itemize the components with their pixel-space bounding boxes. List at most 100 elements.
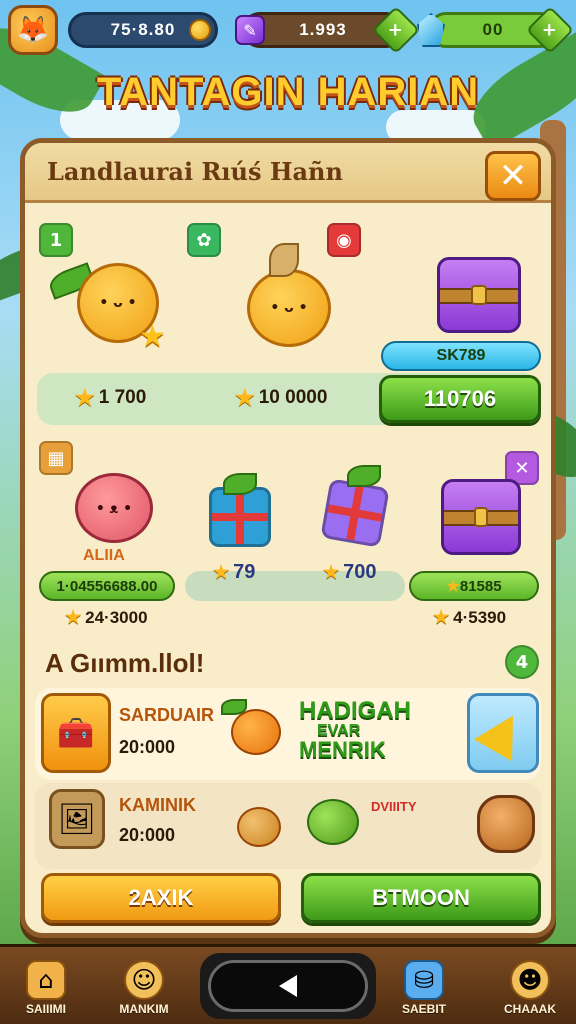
nav-shop-label: SAEBIT xyxy=(401,1002,446,1016)
top-hud: 🦊 75·8.80 ✎ 1.993 + 00 + xyxy=(8,5,575,55)
challenge-row-1: 1 ✿ ◉ • ᴗ • ★ • ᴗ • SK789 ★ 1 700 ★ 10 000… xyxy=(25,209,551,439)
reward-value-1: ★ 1 700 xyxy=(75,385,146,411)
chest-reward-pill: SK789 xyxy=(381,341,541,371)
star-icon: ★ xyxy=(235,385,255,410)
nav-shop[interactable]: ⛁ SAEBIT xyxy=(384,953,464,1023)
chat-icon: ☻ xyxy=(510,960,550,1000)
item1-value: 20:000 xyxy=(119,737,176,757)
star-icon: ★ xyxy=(433,607,450,627)
creature-label: ALIIA xyxy=(83,547,125,564)
photo-crate-icon[interactable]: 🖼 xyxy=(49,789,105,849)
challenge-row-2: ▦ ✕ • ᴥ • ALIIA 1·04556688.00 ★ 79 ★ 700 ★… xyxy=(25,441,551,643)
star-icon: ★ xyxy=(75,385,95,410)
item2-name: KAMINIK xyxy=(119,795,196,815)
panel-header-title: Landlaurai Rıúś Hañn xyxy=(47,157,343,186)
category-badge: ✿ xyxy=(187,223,221,257)
blue-gem-icon xyxy=(417,13,445,47)
bonus-counter: 4 xyxy=(505,645,539,679)
add-blue-gems-button[interactable]: + xyxy=(525,5,575,55)
gift-reward-text: 79 xyxy=(233,561,256,583)
fox-icon: 🦊 xyxy=(16,15,50,45)
nav-home-label: SAIIIMI xyxy=(25,1002,66,1016)
fox-toy-icon xyxy=(237,807,281,847)
star-icon: ★ xyxy=(446,578,460,595)
page-title: TANTAGIN HARIAN xyxy=(96,70,480,114)
plus-icon: + xyxy=(542,19,558,41)
purple-gem-value: 1.993 xyxy=(299,20,347,39)
star-icon: ★ xyxy=(323,562,340,582)
calendar-badge-icon: ▦ xyxy=(39,441,73,475)
bonus-heading: A Gıımm.llol! xyxy=(45,648,205,678)
alert-badge: ◉ xyxy=(327,223,361,257)
mystery-box-icon xyxy=(320,478,390,548)
panel-header: Landlaurai Rıúś Hañn xyxy=(25,143,551,203)
cheese-icon[interactable] xyxy=(467,693,539,773)
nav-home[interactable]: ⌂ SAIIIMI xyxy=(6,953,86,1023)
back-button[interactable] xyxy=(208,960,368,1012)
level-badge: 1 xyxy=(39,223,73,257)
blue-gem-bar[interactable]: 00 + xyxy=(417,5,575,55)
dog-creature-icon: • ᴗ • xyxy=(247,269,331,347)
reward-value-2: ★ 10 0000 xyxy=(235,385,327,411)
plus-icon: + xyxy=(388,19,404,41)
right-action-button[interactable]: BTMOON xyxy=(301,873,541,923)
claim-button[interactable]: 110706 xyxy=(379,375,541,423)
star-icon: ★ xyxy=(213,562,230,582)
nav-friends[interactable]: ☺ MANKIM xyxy=(104,953,184,1023)
item2-value: 20:000 xyxy=(119,825,176,845)
home-icon: ⌂ xyxy=(26,960,66,1000)
fruit-icon xyxy=(231,709,281,755)
hadiah-line-3: MENRIK xyxy=(299,737,386,762)
left-action-button[interactable]: 2AXIK xyxy=(41,873,281,923)
chest-value-pill: ★ 81585 xyxy=(409,571,539,601)
blue-gem-value: 00 xyxy=(482,20,504,39)
treasure-chest-icon xyxy=(437,257,521,333)
reward-value-2-text: 10 0000 xyxy=(258,387,328,408)
coin-bar[interactable]: 75·8.80 xyxy=(68,12,218,48)
item1-name: SARDUAIR xyxy=(119,705,215,725)
shop-icon: ⛁ xyxy=(404,960,444,1000)
face-icon: ☺ xyxy=(124,960,164,1000)
purple-gem-icon: ✎ xyxy=(235,15,265,45)
daily-challenge-panel: Landlaurai Rıúś Hañn ✕ 1 ✿ ◉ • ᴗ • ★ • ᴗ… xyxy=(20,138,556,938)
purple-chest-icon xyxy=(441,479,521,555)
sprout-icon xyxy=(223,473,257,495)
sprout-icon xyxy=(347,465,381,487)
green-creature-icon xyxy=(307,799,359,845)
coin-icon xyxy=(189,19,211,41)
hadiah-line-1: HADIGAH xyxy=(299,697,411,724)
star-icon: ★ xyxy=(139,319,166,354)
value-left: ★ 24·3000 xyxy=(65,607,148,628)
toolbox-icon[interactable]: 🧰 xyxy=(41,693,111,773)
cookie-icon[interactable] xyxy=(477,795,535,853)
value-right-text: 4·5390 xyxy=(453,607,507,627)
lock-icon xyxy=(473,507,489,527)
item3-name: DVIIITY xyxy=(371,799,417,814)
gift-reward: ★ 79 xyxy=(213,561,255,584)
box-reward: ★ 700 xyxy=(323,561,377,584)
bonus-card-bottom xyxy=(35,783,541,869)
gift-box-icon xyxy=(209,487,271,547)
box-reward-text: 700 xyxy=(343,561,377,583)
star-icon: ★ xyxy=(65,607,82,627)
nav-chat-label: CHAAAK xyxy=(504,1002,556,1016)
bottom-nav: ⌂ SAIIIMI ☺ MANKIM ⛁ SAEBIT ☻ CHAAAK xyxy=(0,944,576,1024)
leaf-icon xyxy=(221,699,247,715)
coin-value: 75·8.80 xyxy=(110,20,176,39)
purple-gem-bar[interactable]: ✎ 1.993 + xyxy=(235,5,421,55)
nav-friends-label: MANKIM xyxy=(119,1002,169,1016)
value-left-text: 24·3000 xyxy=(85,607,148,627)
nav-chat[interactable]: ☻ CHAAAK xyxy=(490,953,570,1023)
back-arrow-icon xyxy=(279,975,297,997)
add-gems-button[interactable]: + xyxy=(371,5,421,55)
pink-creature-icon: • ᴥ • xyxy=(75,473,153,543)
value-right: ★ 4·5390 xyxy=(433,607,506,628)
reward-value-1-text: 1 700 xyxy=(98,387,147,408)
player-avatar[interactable]: 🦊 xyxy=(8,5,58,55)
creature-value-pill: 1·04556688.00 xyxy=(39,571,175,601)
system-home-bar[interactable] xyxy=(200,953,376,1019)
chest-value-text: 81585 xyxy=(459,577,502,595)
ear-icon xyxy=(269,243,299,277)
close-button[interactable]: ✕ xyxy=(485,151,541,201)
lock-icon xyxy=(471,285,487,305)
